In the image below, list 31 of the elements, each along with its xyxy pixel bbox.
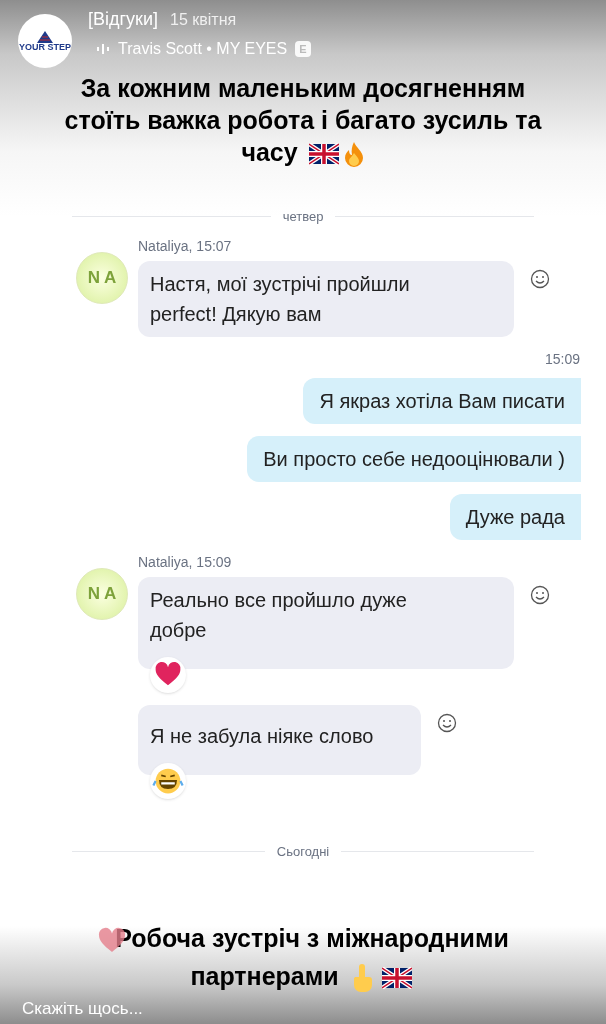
smiley-icon[interactable] bbox=[530, 269, 550, 289]
story-title: [Відгуки] bbox=[88, 8, 158, 31]
avatar: N A bbox=[76, 568, 128, 620]
message-time: 15:09 bbox=[544, 350, 580, 369]
laughing-reaction-icon bbox=[150, 763, 186, 799]
logo-icon bbox=[37, 30, 53, 43]
sender-name: Nataliya, 15:09 bbox=[138, 553, 232, 572]
message-bubble: Ви просто себе недооцінювали ) bbox=[247, 436, 581, 482]
sender-name: Nataliya, 15:07 bbox=[138, 237, 232, 256]
message-bubble: Дуже рада bbox=[449, 494, 581, 540]
story-caption: За кожним маленьким досягненням стоїть важка робота і багато зусиль та часу bbox=[63, 73, 543, 168]
audio-icon bbox=[96, 43, 110, 55]
profile-logo[interactable]: YOUR STEP bbox=[18, 14, 72, 68]
smiley-icon[interactable] bbox=[530, 585, 550, 605]
day-divider: Сьогодні bbox=[276, 844, 330, 858]
logo-text: YOUR STEP bbox=[19, 42, 71, 52]
message-bubble: Я якраз хотіла Вам писати bbox=[303, 378, 581, 424]
flag-icon bbox=[308, 143, 339, 166]
smiley-icon[interactable] bbox=[437, 713, 457, 733]
heart-reaction-icon bbox=[150, 657, 186, 693]
flag-icon bbox=[381, 967, 412, 990]
message-bubble: Настя, мої зустрічі пройшли perfect! Дякую вам bbox=[138, 261, 514, 337]
reply-field[interactable]: Скажіть щось... bbox=[22, 995, 584, 1023]
fire-icon bbox=[342, 141, 365, 168]
avatar: N A bbox=[76, 252, 128, 304]
story-caption: Робоча зустріч з міжнародними партнерами bbox=[0, 919, 606, 995]
explicit-badge: E bbox=[295, 40, 311, 58]
message-bubble: Я не забула ніяке слово bbox=[138, 705, 421, 775]
story-date: 15 квітня bbox=[170, 10, 237, 30]
day-divider: четвер bbox=[282, 209, 324, 223]
message-bubble: Реально все пройшло дуже добре bbox=[138, 577, 514, 669]
